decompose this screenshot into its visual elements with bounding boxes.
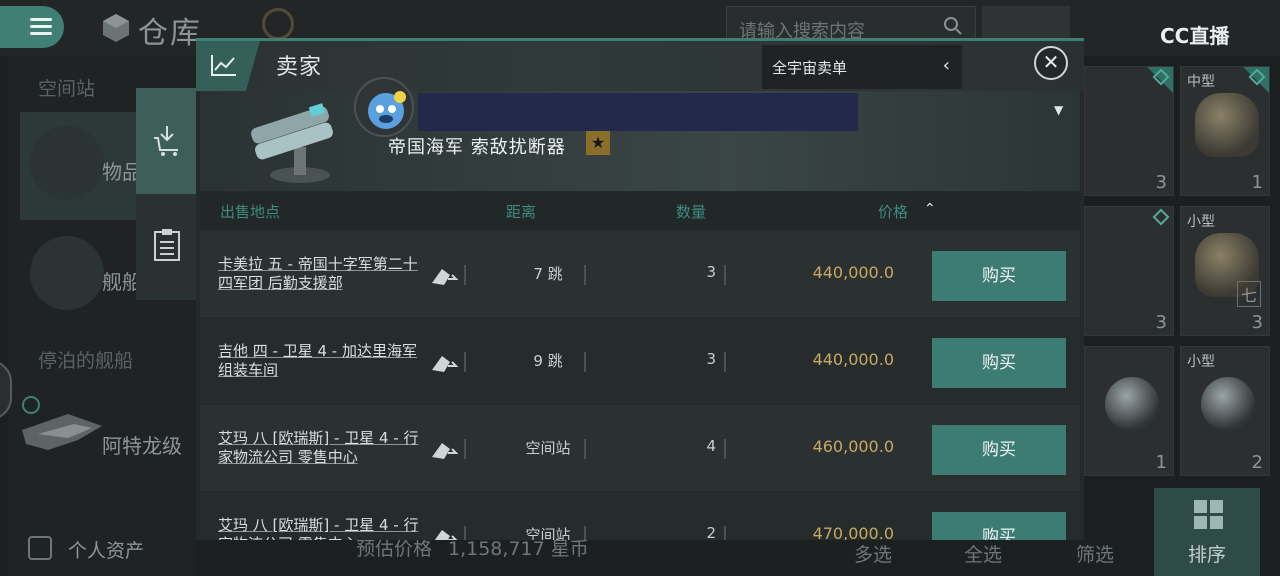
section-docked: 停泊的舰船 [38, 350, 134, 372]
sort-ascending-icon[interactable]: ⌃ [924, 201, 936, 217]
modal-header: 卖家 全宇宙卖单 ‹ [196, 41, 1084, 91]
distance-value: 9 跳 [533, 352, 563, 370]
item-card[interactable]: 小型 七 3 [1180, 206, 1270, 336]
route-icon [432, 269, 459, 285]
item-banner: ▼ 帝国海军 索敌扰断器 ★ [200, 77, 1080, 191]
item-grid: 3 中型 1 3 小型 七 3 1 小型 2 [1084, 66, 1280, 486]
sort-button[interactable]: 排序 [1154, 488, 1260, 576]
location-link[interactable]: 吉他 四 - 卫星 4 - 加达里海军 组装车间 [218, 342, 428, 380]
clipboard-icon[interactable] [152, 228, 182, 262]
location-link[interactable]: 艾玛 八 [欧瑞斯] - 卫星 4 - 行家物流公司 零售中心 [218, 516, 428, 540]
owner-bar[interactable]: ▼ [418, 93, 1063, 131]
item-count: 1 [1251, 172, 1263, 193]
item-card[interactable]: 3 [1084, 206, 1174, 336]
table-header: 出售地点 距离 数量 价格 ⌃ [200, 193, 1080, 229]
page-title: 仓库 [138, 16, 202, 51]
column-price[interactable]: 价格 [878, 201, 908, 222]
assets-icon [28, 536, 52, 560]
watermark-logo: CC直播 [1160, 24, 1230, 48]
item-count: 3 [1155, 172, 1167, 193]
region-filter-dropdown[interactable]: 全宇宙卖单 ‹ [762, 45, 962, 89]
item-count: 2 [1251, 452, 1263, 473]
download-cart-icon [154, 126, 178, 156]
route-icon [432, 443, 459, 459]
docked-ship-label[interactable]: 阿特龙级 [102, 430, 182, 459]
table-row: 吉他 四 - 卫星 4 - 加达里海军 组装车间 9 跳 3 440,000.0… [200, 318, 1080, 404]
distance-value: 7 跳 [533, 265, 563, 283]
close-button[interactable]: ✕ [1034, 46, 1068, 80]
buy-button[interactable]: 购买 [932, 512, 1066, 540]
star-icon: ★ [586, 131, 610, 155]
goods-icon [30, 126, 104, 200]
line-chart-icon [211, 55, 236, 76]
item-badge: 七 [1236, 281, 1261, 307]
item-count: 3 [1155, 312, 1167, 333]
item-card[interactable]: 中型 1 [1180, 66, 1270, 196]
quantity-value: 3 [706, 350, 716, 368]
quantity-value: 2 [706, 524, 716, 540]
distance-value: 空间站 [525, 439, 571, 457]
quantity-value: 3 [706, 263, 716, 281]
caret-down-icon: ▼ [1054, 103, 1064, 117]
ship-image [22, 414, 102, 450]
price-value: 460,000.0 [812, 437, 894, 456]
location-link[interactable]: 艾玛 八 [欧瑞斯] - 卫星 4 - 行家物流公司 零售中心 [218, 429, 428, 467]
ships-icon [30, 236, 104, 310]
item-size-tag: 中型 [1187, 74, 1215, 90]
mine-image [1105, 377, 1159, 431]
quantity-value: 4 [706, 437, 716, 455]
item-card[interactable]: 1 [1084, 346, 1174, 476]
assets-label[interactable]: 个人资产 [68, 536, 144, 563]
item-card[interactable]: 3 [1084, 66, 1174, 196]
multi-select-button[interactable]: 多选 [854, 540, 892, 567]
chevron-left-icon: ‹ [942, 55, 950, 76]
region-filter-value: 全宇宙卖单 [772, 59, 848, 77]
filter-button[interactable]: 筛选 [1076, 540, 1114, 567]
item-name: 帝国海军 索敌扰断器 [388, 137, 566, 158]
price-value: 440,000.0 [812, 263, 894, 282]
location-link[interactable]: 卡美拉 五 - 帝国十字军第二十四军团 后勤支援部 [218, 255, 428, 293]
scan-icon[interactable] [262, 8, 294, 40]
modal-side-tabs [136, 88, 196, 300]
buy-button[interactable]: 购买 [932, 251, 1066, 301]
route-icon [434, 530, 458, 540]
select-all-button[interactable]: 全选 [964, 540, 1002, 567]
avatar[interactable] [354, 77, 414, 137]
buy-button[interactable]: 购买 [932, 338, 1066, 388]
item-size-tag: 小型 [1187, 354, 1215, 370]
item-card[interactable]: 小型 2 [1180, 346, 1270, 476]
price-value: 440,000.0 [812, 350, 894, 369]
route-icon [432, 356, 459, 372]
item-size-tag: 小型 [1187, 214, 1215, 230]
buy-button[interactable]: 购买 [932, 425, 1066, 475]
mine-image [1201, 377, 1255, 431]
close-icon: ✕ [1042, 50, 1060, 74]
item-image [251, 103, 333, 183]
sort-label: 排序 [1188, 544, 1227, 566]
table-row: 艾玛 八 [欧瑞斯] - 卫星 4 - 行家物流公司 零售中心 空间站 2 47… [200, 492, 1080, 540]
menu-button[interactable] [0, 6, 64, 48]
helmet-image [1195, 93, 1259, 157]
tab-sell-orders[interactable] [136, 88, 196, 194]
distance-value: 空间站 [525, 526, 571, 540]
table-row: 卡美拉 五 - 帝国十字军第二十四军团 后勤支援部 7 跳 3 440,000.… [200, 231, 1080, 317]
item-count: 3 [1251, 312, 1263, 333]
search-icon[interactable] [943, 16, 963, 36]
modal-title: 卖家 [276, 55, 323, 80]
column-distance: 距离 [506, 203, 537, 221]
item-count: 1 [1155, 452, 1167, 473]
section-station: 空间站 [38, 78, 96, 100]
price-value: 470,000.0 [812, 524, 894, 540]
column-location: 出售地点 [220, 203, 281, 221]
table-row: 艾玛 八 [欧瑞斯] - 卫星 4 - 行家物流公司 零售中心 空间站 4 46… [200, 405, 1080, 491]
chart-tab[interactable] [196, 41, 260, 91]
seller-modal: 卖家 全宇宙卖单 ‹ ▼ 帝国海军 索敌扰断器 ★ 出售地点 距离 数量 价格 … [196, 38, 1084, 540]
column-quantity: 数量 [676, 203, 707, 221]
warehouse-icon [103, 14, 129, 42]
